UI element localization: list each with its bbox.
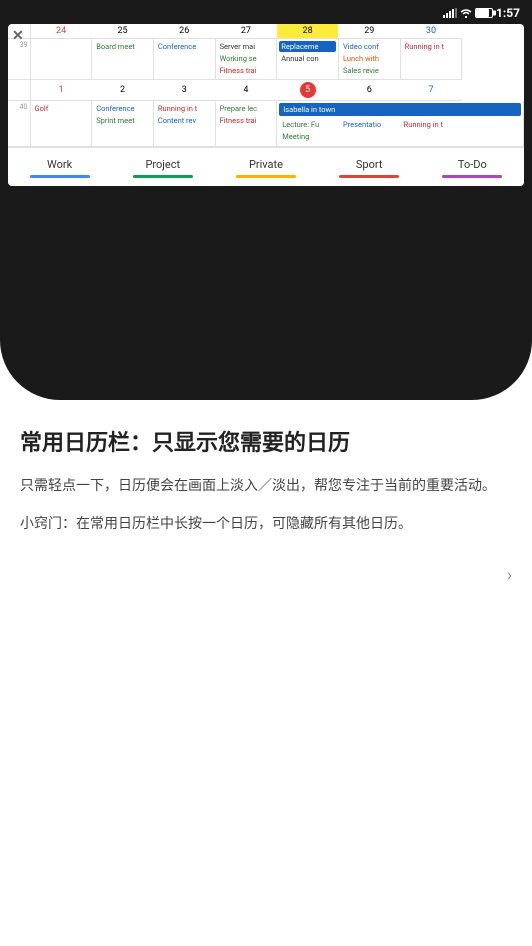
header-30: 30: [400, 24, 462, 39]
next-arrow-area[interactable]: ›: [0, 555, 532, 594]
calendar-sport[interactable]: Sport: [339, 158, 399, 178]
week1-header-row: 24 25 26 27 28 29 30: [8, 24, 524, 39]
week2-header-row: 1 2 3 4 5 6 7: [8, 80, 524, 101]
week1-events-row: 39 Board meet Conference Server mai Work…: [8, 39, 524, 80]
week2-events-row: 40 Golf Conference Sprint meet Running i…: [8, 101, 524, 147]
calendar-work[interactable]: Work: [30, 158, 90, 178]
calendar-bar: Work Project Private Sport To-Do: [8, 147, 524, 186]
battery-icon: [475, 8, 493, 18]
header-25: 25: [92, 24, 154, 39]
phone-bottom: [0, 186, 532, 226]
phone-frame: 1:57 ✕ 24 25 26 27 28 29 30 39: [0, 0, 532, 400]
signal-icon: [443, 8, 457, 18]
calendar-screen: ✕ 24 25 26 27 28 29 30 39 Board meet: [8, 24, 524, 186]
header-27: 27: [215, 24, 277, 39]
content-body1: 只需轻点一下，日历便会在画面上淡入／淡出，帮您专注于当前的重要活动。: [20, 475, 512, 497]
close-button[interactable]: ✕: [12, 28, 24, 44]
header-29: 29: [338, 24, 400, 39]
status-bar: 1:57: [0, 0, 532, 22]
calendar-private[interactable]: Private: [236, 158, 296, 178]
header-24: 24: [30, 24, 92, 39]
header-26: 26: [153, 24, 215, 39]
calendar-todo[interactable]: To-Do: [442, 158, 502, 178]
header-28: 28: [277, 24, 339, 39]
spanning-event: Isabella in town: [279, 103, 521, 116]
next-arrow-icon[interactable]: ›: [507, 565, 512, 584]
page-title: 常用日历栏：只显示您需要的日历: [20, 430, 512, 459]
calendar-grid: 24 25 26 27 28 29 30 39 Board meet Confe…: [8, 24, 524, 147]
wifi-icon: [460, 8, 472, 18]
status-time: 1:57: [496, 6, 520, 20]
content-tip: 小窍门：在常用日历栏中长按一个日历，可隐藏所有其他日历。: [20, 513, 512, 535]
status-icons: 1:57: [443, 6, 520, 20]
content-section: 常用日历栏：只显示您需要的日历 只需轻点一下，日历便会在画面上淡入／淡出，帮您专…: [0, 400, 532, 555]
calendar-project[interactable]: Project: [133, 158, 193, 178]
